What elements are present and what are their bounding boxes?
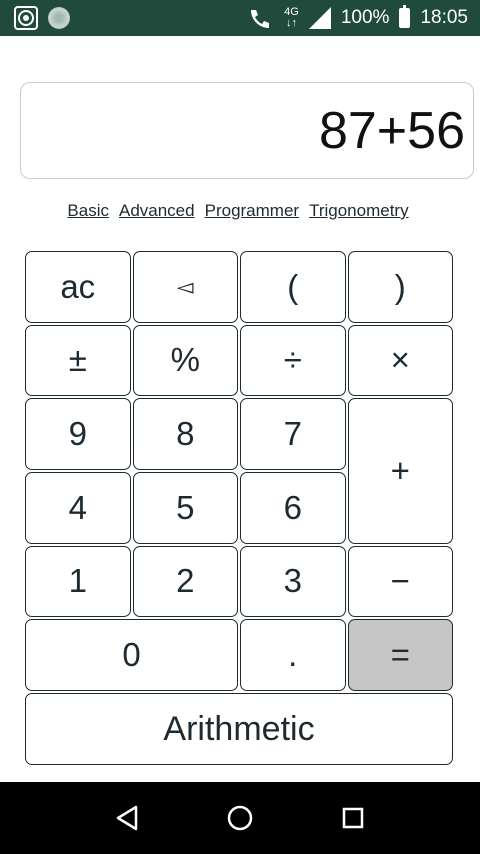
backspace-button[interactable]: ◅ — [132, 251, 238, 323]
digit-9-button[interactable]: 9 — [25, 398, 131, 470]
digit-6-button[interactable]: 6 — [240, 471, 346, 544]
digit-8-button[interactable]: 8 — [132, 398, 238, 470]
multiply-button[interactable]: × — [347, 324, 453, 397]
mode-trigonometry[interactable]: Trigonometry — [309, 201, 409, 221]
percent-button[interactable]: % — [132, 324, 238, 397]
digit-3-button[interactable]: 3 — [240, 545, 346, 618]
battery-percent: 100% — [340, 7, 390, 28]
plus-minus-button[interactable]: ± — [25, 324, 131, 397]
equals-button[interactable]: = — [347, 619, 453, 691]
recents-icon[interactable] — [333, 798, 373, 838]
mode-advanced[interactable]: Advanced — [119, 201, 195, 221]
expression-text: 87+56 — [318, 101, 465, 160]
decimal-point-button[interactable]: . — [240, 619, 346, 691]
close-paren-button[interactable]: ) — [347, 251, 453, 323]
mode-selector: Basic Advanced Programmer Trigonometry — [0, 201, 476, 221]
digit-1-button[interactable]: 1 — [25, 545, 131, 618]
digit-5-button[interactable]: 5 — [132, 471, 238, 544]
mode-basic[interactable]: Basic — [67, 201, 109, 221]
app-notification-icon — [14, 6, 38, 30]
digit-0-button[interactable]: 0 — [25, 619, 238, 691]
digit-2-button[interactable]: 2 — [132, 545, 238, 618]
network-type-indicator: 4G ↓↑ — [284, 6, 299, 29]
battery-icon — [399, 5, 411, 28]
home-icon[interactable] — [220, 798, 260, 838]
clear-button[interactable]: ac — [25, 251, 131, 323]
expression-display[interactable]: 87+56 — [20, 82, 474, 179]
mode-programmer[interactable]: Programmer — [205, 201, 299, 221]
keypad: ac ◅ ( ) ± % ÷ × 9 8 7 + 4 5 6 1 2 3 − 0… — [25, 251, 453, 691]
clock: 18:05 — [420, 7, 468, 28]
digit-4-button[interactable]: 4 — [25, 471, 131, 544]
signal-icon — [308, 7, 331, 29]
digit-7-button[interactable]: 7 — [240, 398, 346, 470]
plus-button[interactable]: + — [347, 398, 453, 544]
app-notification-icon-2 — [48, 7, 70, 29]
minus-button[interactable]: − — [347, 545, 453, 618]
arithmetic-button[interactable]: Arithmetic — [25, 693, 453, 765]
divide-button[interactable]: ÷ — [240, 324, 346, 397]
open-paren-button[interactable]: ( — [240, 251, 346, 323]
back-icon[interactable] — [107, 798, 147, 838]
navigation-bar — [0, 782, 480, 854]
phone-lte-icon — [251, 10, 270, 28]
status-bar: 4G ↓↑ 100% 18:05 — [0, 0, 480, 36]
